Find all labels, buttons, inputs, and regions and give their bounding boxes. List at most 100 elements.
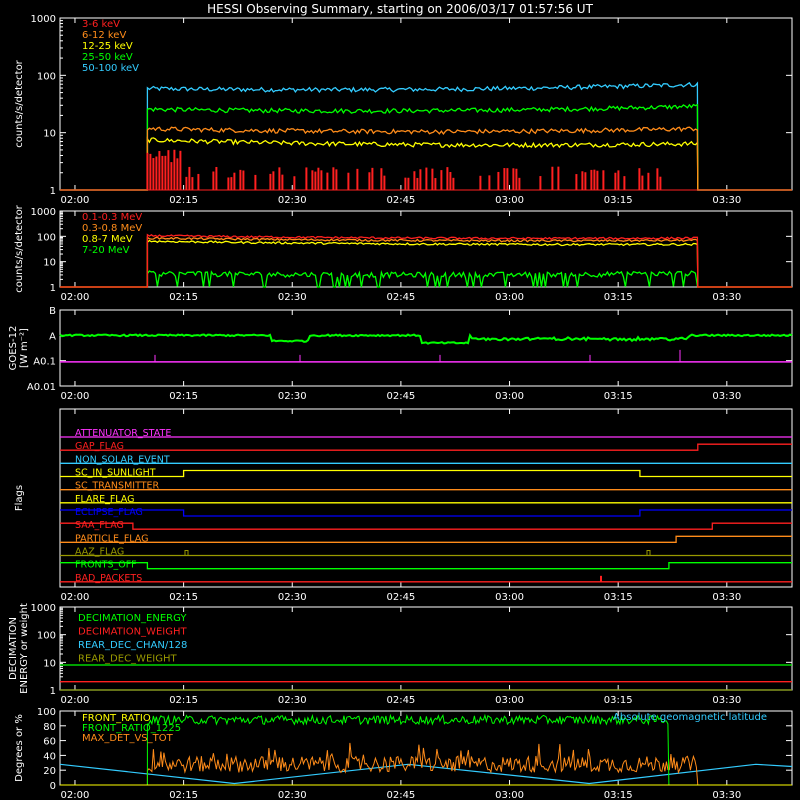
hi-energy-xtick-label: 02:45 (386, 292, 415, 303)
lo-energy-ylabel: counts/s/detector (14, 59, 25, 147)
flag-label-saa-flag: SAA_FLAG (75, 520, 124, 531)
lo-energy-xtick-label: 03:30 (712, 195, 741, 206)
hi-energy-ylabel: counts/s/detector (14, 204, 25, 292)
hi-energy-series-3 (60, 269, 792, 288)
ratios-ytick-label: 100 (37, 707, 56, 718)
flags-xtick-label: 03:30 (712, 592, 741, 603)
goes-series-0-line (59, 333, 793, 345)
decimation-xtick-label: 03:15 (604, 695, 633, 706)
decimation-legend-1: DECIMATION_WEIGHT (78, 627, 187, 638)
decimation-legend-2: REAR_DEC_CHAN/128 (78, 640, 187, 651)
hi-energy-ytick-label: 1000 (31, 207, 56, 218)
flags-ylabel: Flags (14, 485, 25, 511)
goes-ytick-label: A0.01 (27, 382, 56, 393)
ratios-series-2-line (60, 742, 699, 786)
ratios-ytick-label: 40 (43, 751, 56, 762)
decimation-legend-3: REAR_DEC_WEIGHT (78, 654, 177, 665)
ratios-legend-3: Absolute geomagnetic latitude (613, 712, 767, 723)
flags-xtick-label: 02:15 (169, 592, 198, 603)
goes-xtick-label: 02:45 (386, 391, 415, 402)
hi-energy-ytick-label: 1 (50, 283, 56, 294)
lo-energy-ytick-label: 10 (43, 129, 56, 140)
ratios-xtick-label: 03:30 (712, 790, 741, 800)
decimation-ytick-label: 1 (50, 686, 56, 697)
goes-xtick-label: 03:00 (495, 391, 524, 402)
lo-energy-xtick-label: 02:15 (169, 195, 198, 206)
lo-energy-legend-4: 50-100 keV (82, 63, 139, 74)
flag-label-particle-flag: PARTICLE_FLAG (75, 533, 148, 544)
lo-energy-legend-0: 3-6 keV (82, 19, 120, 30)
ratios-xtick-label: 03:15 (604, 790, 633, 800)
flag-aaz-blip (646, 550, 651, 556)
hi-energy-legend-1: 0.3-0.8 MeV (82, 223, 142, 234)
hi-energy-legend-2: 0.8-7 MeV (82, 234, 133, 245)
goes-xtick-label: 03:15 (604, 391, 633, 402)
flag-label-bad-packets: BAD_PACKETS (75, 573, 142, 584)
lo-energy-xtick-label: 02:45 (386, 195, 415, 206)
hessi-summary-plot: HESSI Observing Summary, starting on 200… (8, 2, 793, 800)
flag-label-non-solar-event: NON_SOLAR_EVENT (75, 454, 170, 465)
goes-ylabel: GOES-12 (8, 326, 19, 371)
hi-energy-legend-0: 0.1-0.3 MeV (82, 212, 142, 223)
decimation-xtick-label: 03:30 (712, 695, 741, 706)
flag-line-saa-flag (60, 522, 792, 530)
decimation-ytick-label: 10 (43, 658, 56, 669)
decimation-ylabel: DECIMATION (8, 617, 19, 680)
lo-energy-xtick-label: 02:30 (278, 195, 307, 206)
flag-label-attenuator-state: ATTENUATOR_STATE (75, 428, 171, 439)
ratios-xtick-label: 02:15 (169, 790, 198, 800)
ratios-ytick-label: 20 (43, 766, 56, 777)
lo-energy-xtick-label: 03:15 (604, 195, 633, 206)
decimation-xtick-label: 02:45 (386, 695, 415, 706)
hi-energy-xtick-label: 03:30 (712, 292, 741, 303)
decimation-ytick-label: 1000 (31, 603, 56, 614)
ratios-series-3-line (59, 763, 793, 785)
flag-label-eclipse-flag: ECLIPSE_FLAG (75, 507, 143, 518)
decimation-ytick-label: 100 (37, 631, 56, 642)
flags-xtick-label: 02:30 (278, 592, 307, 603)
ratios-series-1-line (146, 713, 670, 786)
goes-ytick-label: A0.1 (33, 357, 56, 368)
flags-xtick-label: 02:00 (61, 592, 90, 603)
flag-aaz-blip (184, 550, 189, 556)
decimation-xtick-label: 02:30 (278, 695, 307, 706)
decimation-xtick-label: 02:00 (61, 695, 90, 706)
lo-energy-ytick-label: 100 (37, 71, 56, 82)
flag-label-gap-flag: GAP_FLAG (75, 441, 124, 452)
ratios-xtick-label: 02:45 (386, 790, 415, 800)
ratios-legend-2: MAX_DET_VS_TOT (82, 733, 174, 744)
goes-ylabel: [W m⁻²] (19, 328, 30, 368)
hi-energy-series-3-line (60, 269, 792, 288)
lo-energy-ytick-label: 1000 (31, 14, 56, 25)
hi-energy-ytick-label: 10 (43, 258, 56, 269)
flag-label-sc-transmitter: SC_TRANSMITTER (75, 481, 160, 492)
flag-label-sc-in-sunlight: SC_IN_SUNLIGHT (75, 468, 156, 479)
flag-line-gap-flag (60, 443, 792, 451)
chart-title: HESSI Observing Summary, starting on 200… (207, 2, 593, 16)
goes-frame (59, 309, 793, 387)
flag-line-particle-flag (60, 535, 792, 543)
flags-xtick-label: 03:00 (495, 592, 524, 603)
lo-energy-legend-2: 12-25 keV (82, 41, 133, 52)
flag-label-flare-flag: FLARE_FLAG (75, 494, 135, 505)
flag-line-eclipse-flag (60, 509, 792, 517)
hi-energy-xtick-label: 02:00 (61, 292, 90, 303)
goes-ytick-label: B (49, 306, 56, 317)
ratios-xtick-label: 03:00 (495, 790, 524, 800)
hi-energy-legend-3: 7-20 MeV (82, 245, 130, 256)
lo-energy-frame (59, 17, 793, 191)
goes-xtick-label: 02:15 (169, 391, 198, 402)
hi-energy-xtick-label: 03:15 (604, 292, 633, 303)
ratios-xtick-label: 02:00 (61, 790, 90, 800)
flag-label-fronts-off: FRONTS_OFF (75, 560, 137, 571)
goes-xtick-label: 03:30 (712, 391, 741, 402)
goes-ytick-label: A (49, 331, 56, 342)
ratios-ylabel: Degrees or % (14, 714, 25, 782)
goes-xtick-label: 02:00 (61, 391, 90, 402)
hi-energy-ytick-label: 100 (37, 232, 56, 243)
goes-xtick-label: 02:30 (278, 391, 307, 402)
flags-xtick-label: 03:15 (604, 592, 633, 603)
ratios-ytick-label: 0 (50, 781, 56, 792)
ratios-xtick-label: 02:30 (278, 790, 307, 800)
flag-label-aaz-flag: AAZ_FLAG (75, 547, 124, 558)
